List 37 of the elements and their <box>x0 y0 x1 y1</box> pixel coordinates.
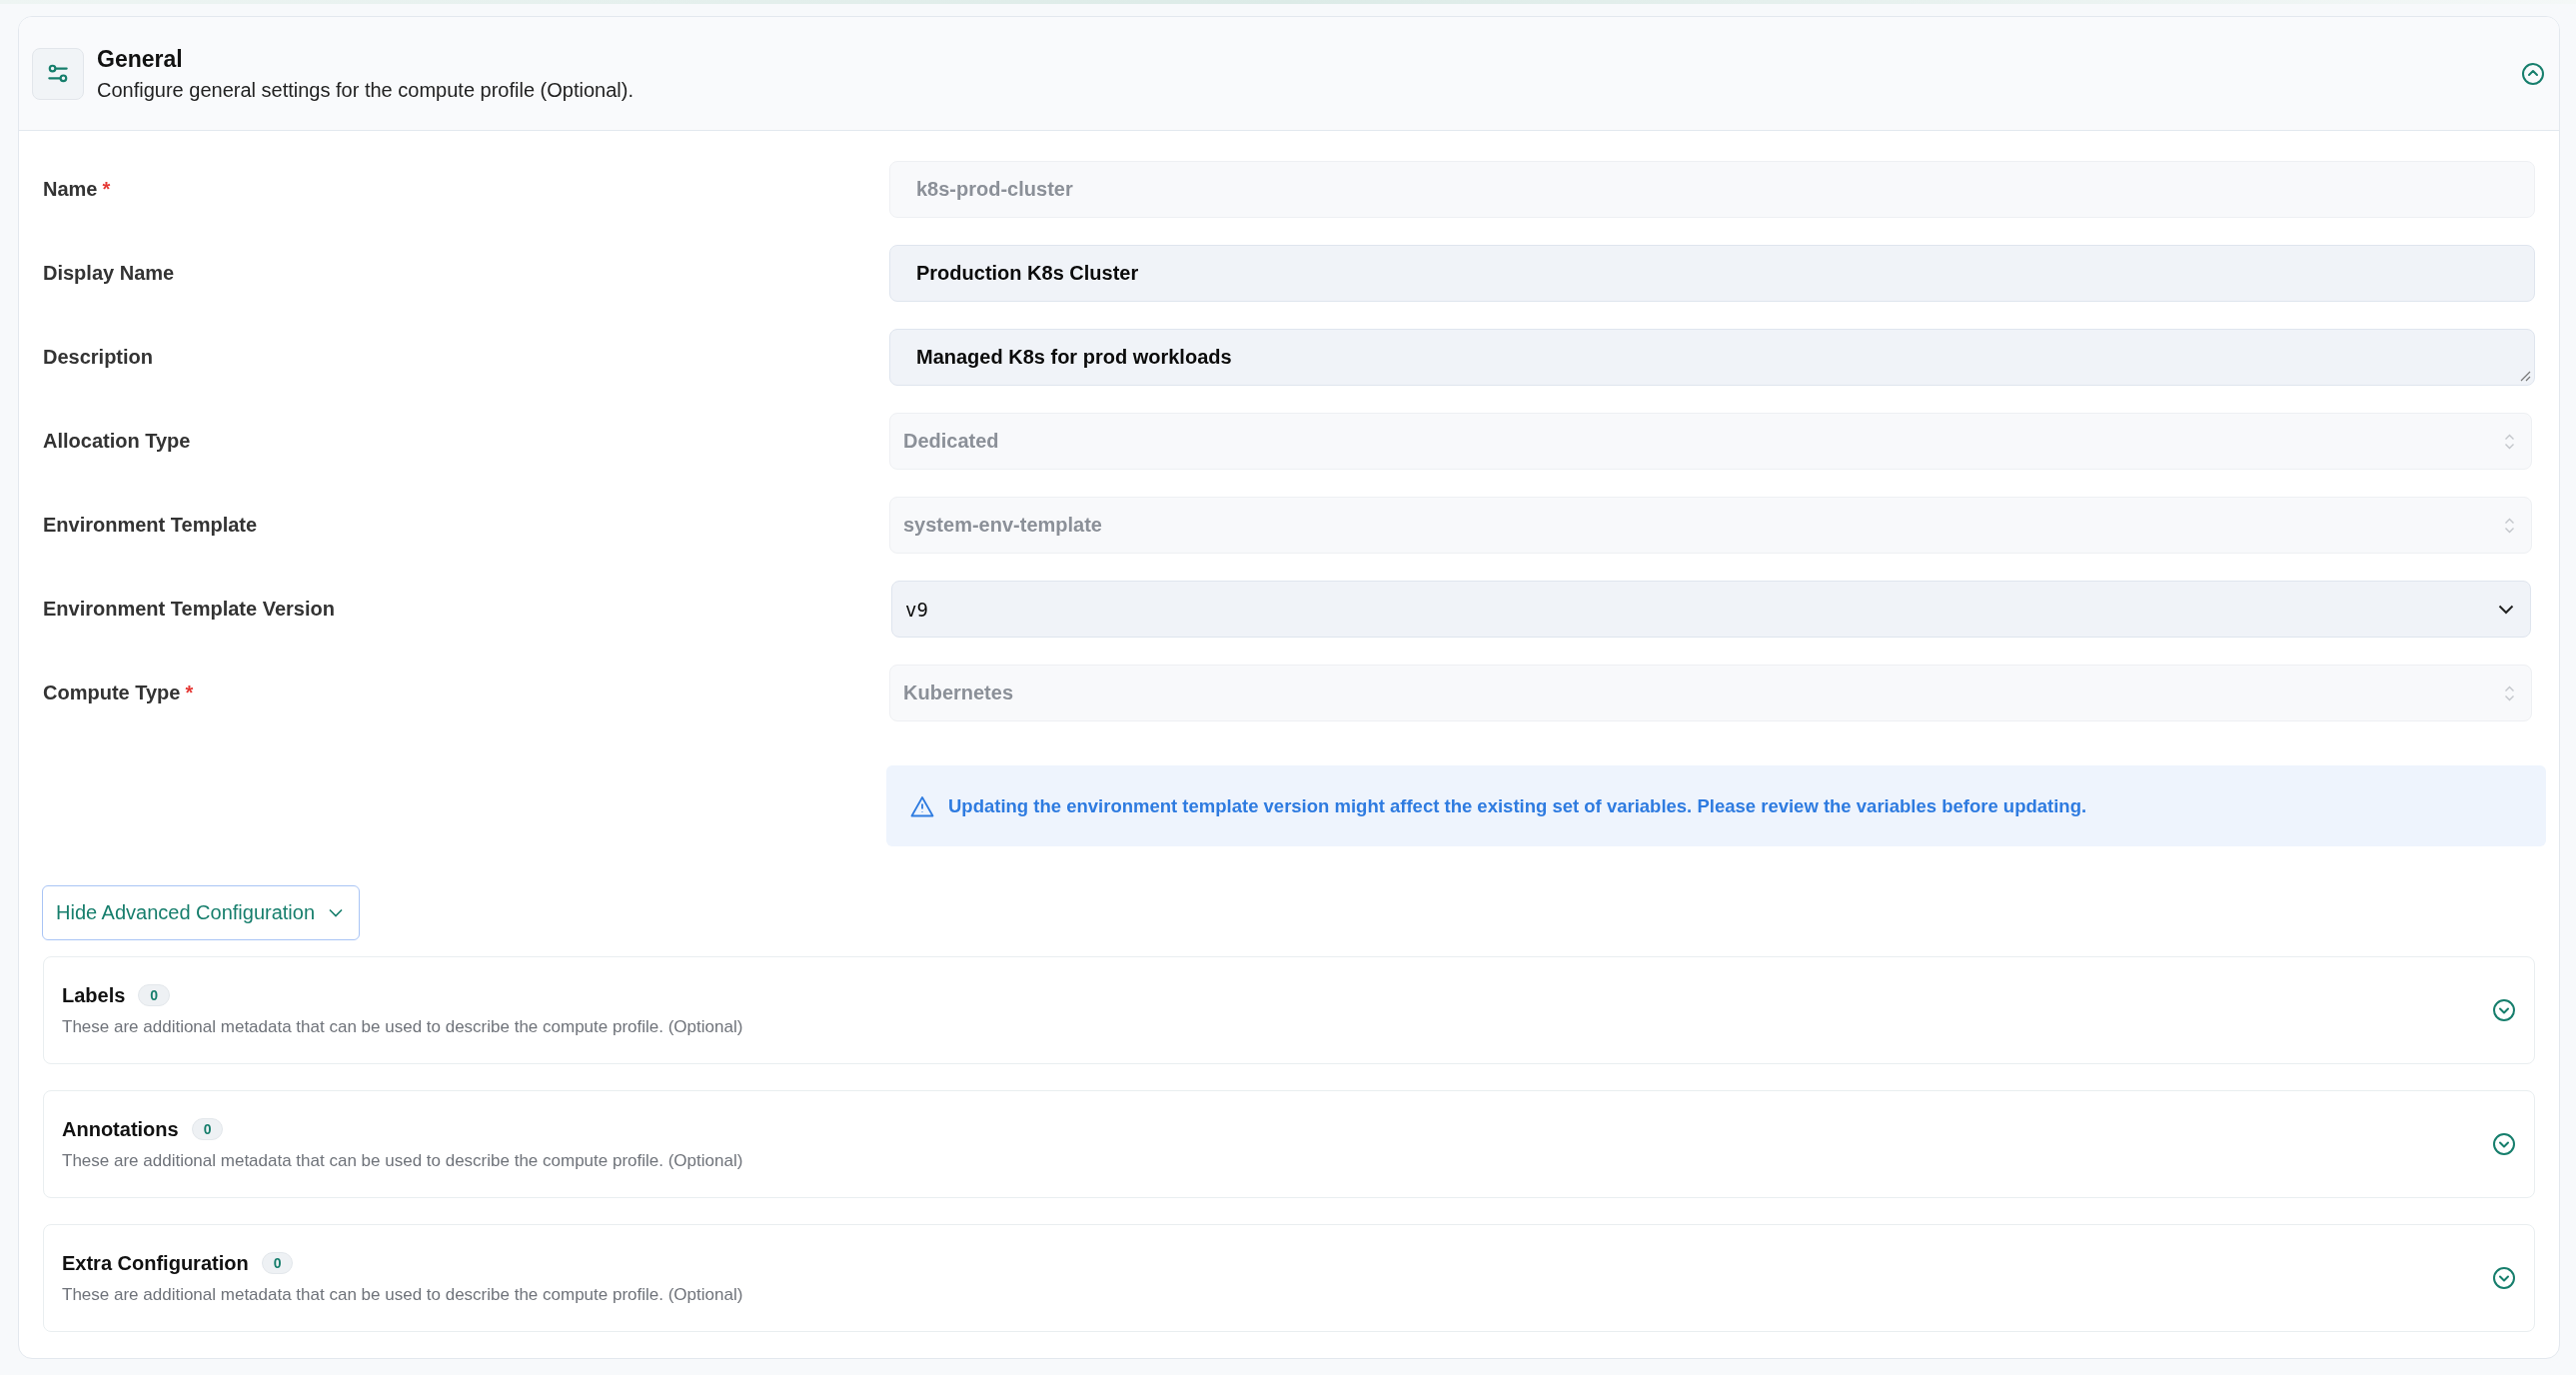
field-label: Compute Type <box>43 682 181 703</box>
section-title: General <box>97 45 184 73</box>
section-subtitle: Configure general settings for the compute profile (Optional). <box>97 78 635 102</box>
field-label: Name <box>43 178 98 200</box>
subsection-description: These are additional metadata that can be used to describe the compute profile. (Optional) <box>62 1150 744 1171</box>
sort-chevrons-icon <box>2504 517 2515 534</box>
subsection-description: These are additional metadata that can be used to describe the compute profile. (Optional) <box>62 1284 744 1305</box>
count-badge: 0 <box>191 1118 224 1140</box>
count-badge: 0 <box>261 1252 294 1274</box>
warning-message: Updating the environment template version might affect the existing set of variables. Please review the variables before updating. <box>948 794 2087 817</box>
subsection-title: Annotations <box>62 1117 179 1141</box>
sort-chevrons-icon <box>2504 433 2515 450</box>
subsection-description: These are additional metadata that can be used to describe the compute profile. (Optional) <box>62 1016 744 1037</box>
expand-icon[interactable] <box>2492 998 2516 1022</box>
collapse-icon[interactable] <box>2521 61 2545 86</box>
field-label: Display Name <box>43 262 175 284</box>
count-badge: 0 <box>138 984 171 1006</box>
subsection-title: Labels <box>62 983 126 1007</box>
resize-handle-icon[interactable] <box>2519 370 2531 382</box>
advanced-configuration-button[interactable]: Hide Advanced Configuration <box>42 885 361 940</box>
expand-icon[interactable] <box>2492 1132 2516 1156</box>
warning-icon <box>910 794 934 817</box>
text-area[interactable]: Managed K8s for prod workloads <box>889 329 2535 386</box>
field-label: Allocation Type <box>43 430 191 452</box>
field-label: Description <box>43 346 154 368</box>
sort-chevrons-icon <box>2504 685 2515 701</box>
select-field[interactable]: v9 <box>891 581 2531 638</box>
sliders-icon <box>32 47 84 100</box>
input-field[interactable]: Production K8s Cluster <box>889 245 2535 302</box>
field-label: Environment Template <box>43 514 258 536</box>
subsection-title: Extra Configuration <box>62 1251 249 1275</box>
expand-icon[interactable] <box>2492 1266 2516 1290</box>
chevron-down-icon <box>2498 604 2514 615</box>
required-mark: * <box>102 178 111 200</box>
field-label: Environment Template Version <box>43 598 335 620</box>
chevron-icon <box>329 908 344 917</box>
required-mark: * <box>185 682 194 703</box>
